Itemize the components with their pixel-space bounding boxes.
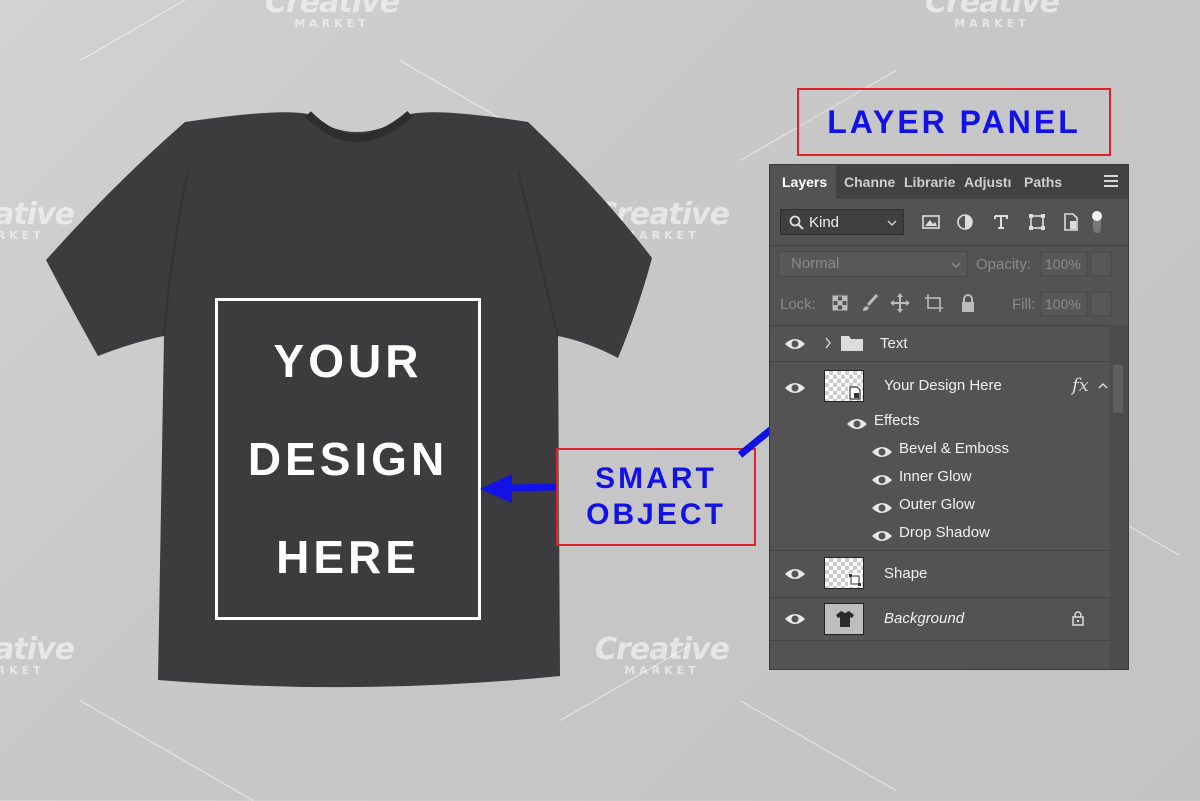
fill-dropdown-button[interactable] (1090, 292, 1112, 316)
smart-object-badge-icon (848, 386, 862, 400)
layers-panel: Layers Channe Librarie Adjustı Paths Kin… (769, 164, 1129, 670)
eye-icon[interactable] (871, 445, 893, 459)
layer-row-shape[interactable]: Shape (770, 551, 1110, 597)
eye-icon[interactable] (871, 529, 893, 543)
scrollbar-thumb[interactable] (1113, 365, 1123, 413)
image-filter-icon[interactable] (918, 209, 944, 235)
fill-label: Fill: (1012, 296, 1036, 313)
lock-all-icon[interactable] (960, 293, 976, 313)
effect-name[interactable]: Bevel & Emboss (899, 440, 1009, 457)
layer-row-text-group[interactable]: Text (770, 325, 1110, 361)
eye-icon[interactable] (784, 381, 806, 395)
folder-icon (841, 336, 863, 351)
watermark: CreativeMARKET (265, 0, 400, 30)
layer-name: Text (880, 335, 908, 352)
watermark: CreativeMARKET (925, 0, 1060, 30)
layer-panel-callout: LAYER PANEL (797, 88, 1111, 156)
effects-label: Effects (874, 412, 920, 429)
separator (770, 245, 1128, 246)
chevron-up-icon[interactable] (1098, 382, 1108, 390)
shape-badge-icon (848, 573, 862, 587)
chevron-down-icon (887, 220, 897, 227)
lock-position-icon[interactable] (890, 293, 910, 313)
tab-adjustments[interactable]: Adjustı (964, 165, 1016, 199)
lock-label: Lock: (780, 296, 816, 313)
fill-input[interactable]: 100% (1040, 292, 1088, 316)
lock-image-pixels-icon[interactable] (860, 293, 880, 313)
eye-icon[interactable] (846, 417, 868, 431)
filter-kind-select[interactable]: Kind (780, 209, 904, 235)
layer-row-smart-object[interactable]: Your Design Here fx Effects Bevel & Embo… (770, 362, 1110, 550)
effect-name[interactable]: Inner Glow (899, 468, 972, 485)
smart-object-callout-line: SMART (595, 462, 717, 495)
opacity-label: Opacity: (976, 256, 1032, 273)
eye-icon[interactable] (871, 473, 893, 487)
watermark-line (739, 700, 896, 791)
opacity-dropdown-button[interactable] (1090, 252, 1112, 276)
lock-icon (1072, 611, 1084, 626)
type-filter-icon[interactable] (988, 209, 1014, 235)
lock-artboard-icon[interactable] (924, 293, 944, 313)
layer-row-background[interactable]: Background (770, 598, 1110, 640)
shape-layer-thumbnail (824, 557, 864, 589)
adjustment-filter-icon[interactable] (952, 209, 978, 235)
chevron-down-icon (951, 262, 961, 269)
shape-filter-icon[interactable] (1024, 209, 1050, 235)
layer-name: Shape (884, 565, 928, 582)
opacity-input[interactable]: 100% (1040, 252, 1088, 276)
watermark-line (80, 0, 254, 61)
tab-paths[interactable]: Paths (1024, 165, 1074, 199)
search-icon (789, 215, 804, 230)
design-text-line: HERE (276, 531, 420, 583)
design-placeholder[interactable]: YOUR DESIGN HERE (215, 298, 481, 620)
panel-tab-bar: Layers Channe Librarie Adjustı Paths (770, 165, 1128, 199)
eye-icon[interactable] (784, 567, 806, 581)
filter-toggle-icon[interactable] (1090, 209, 1104, 235)
chevron-right-icon[interactable] (824, 337, 832, 349)
eye-icon[interactable] (784, 337, 806, 351)
tab-libraries[interactable]: Librarie (904, 165, 958, 199)
blend-mode-value: Normal (791, 255, 840, 272)
smart-object-thumbnail (824, 370, 864, 402)
eye-icon[interactable] (871, 501, 893, 515)
smart-object-callout: SMART OBJECT (556, 448, 756, 546)
tab-layers[interactable]: Layers (770, 165, 836, 199)
blend-mode-select[interactable]: Normal (778, 251, 968, 277)
smart-object-callout-line: OBJECT (586, 498, 726, 531)
layer-name: Your Design Here (884, 377, 1002, 394)
layer-name: Background (884, 610, 965, 627)
smart-object-filter-icon[interactable] (1058, 209, 1084, 235)
design-text-line: YOUR (273, 335, 423, 387)
background-layer-thumbnail (824, 603, 864, 635)
layer-panel-callout-text: LAYER PANEL (827, 103, 1081, 140)
eye-icon[interactable] (784, 612, 806, 626)
separator (770, 640, 1110, 641)
effect-name[interactable]: Drop Shadow (899, 524, 990, 541)
effect-name[interactable]: Outer Glow (899, 496, 975, 513)
lock-transparent-pixels-icon[interactable] (832, 295, 848, 311)
watermark-line (79, 700, 254, 801)
fx-badge[interactable]: fx (1072, 375, 1089, 396)
design-text-line: DESIGN (247, 433, 449, 485)
tab-channels[interactable]: Channe (844, 165, 898, 199)
tshirt-icon (836, 611, 854, 627)
filter-kind-label: Kind (809, 214, 840, 231)
panel-menu-icon[interactable] (1104, 175, 1118, 190)
